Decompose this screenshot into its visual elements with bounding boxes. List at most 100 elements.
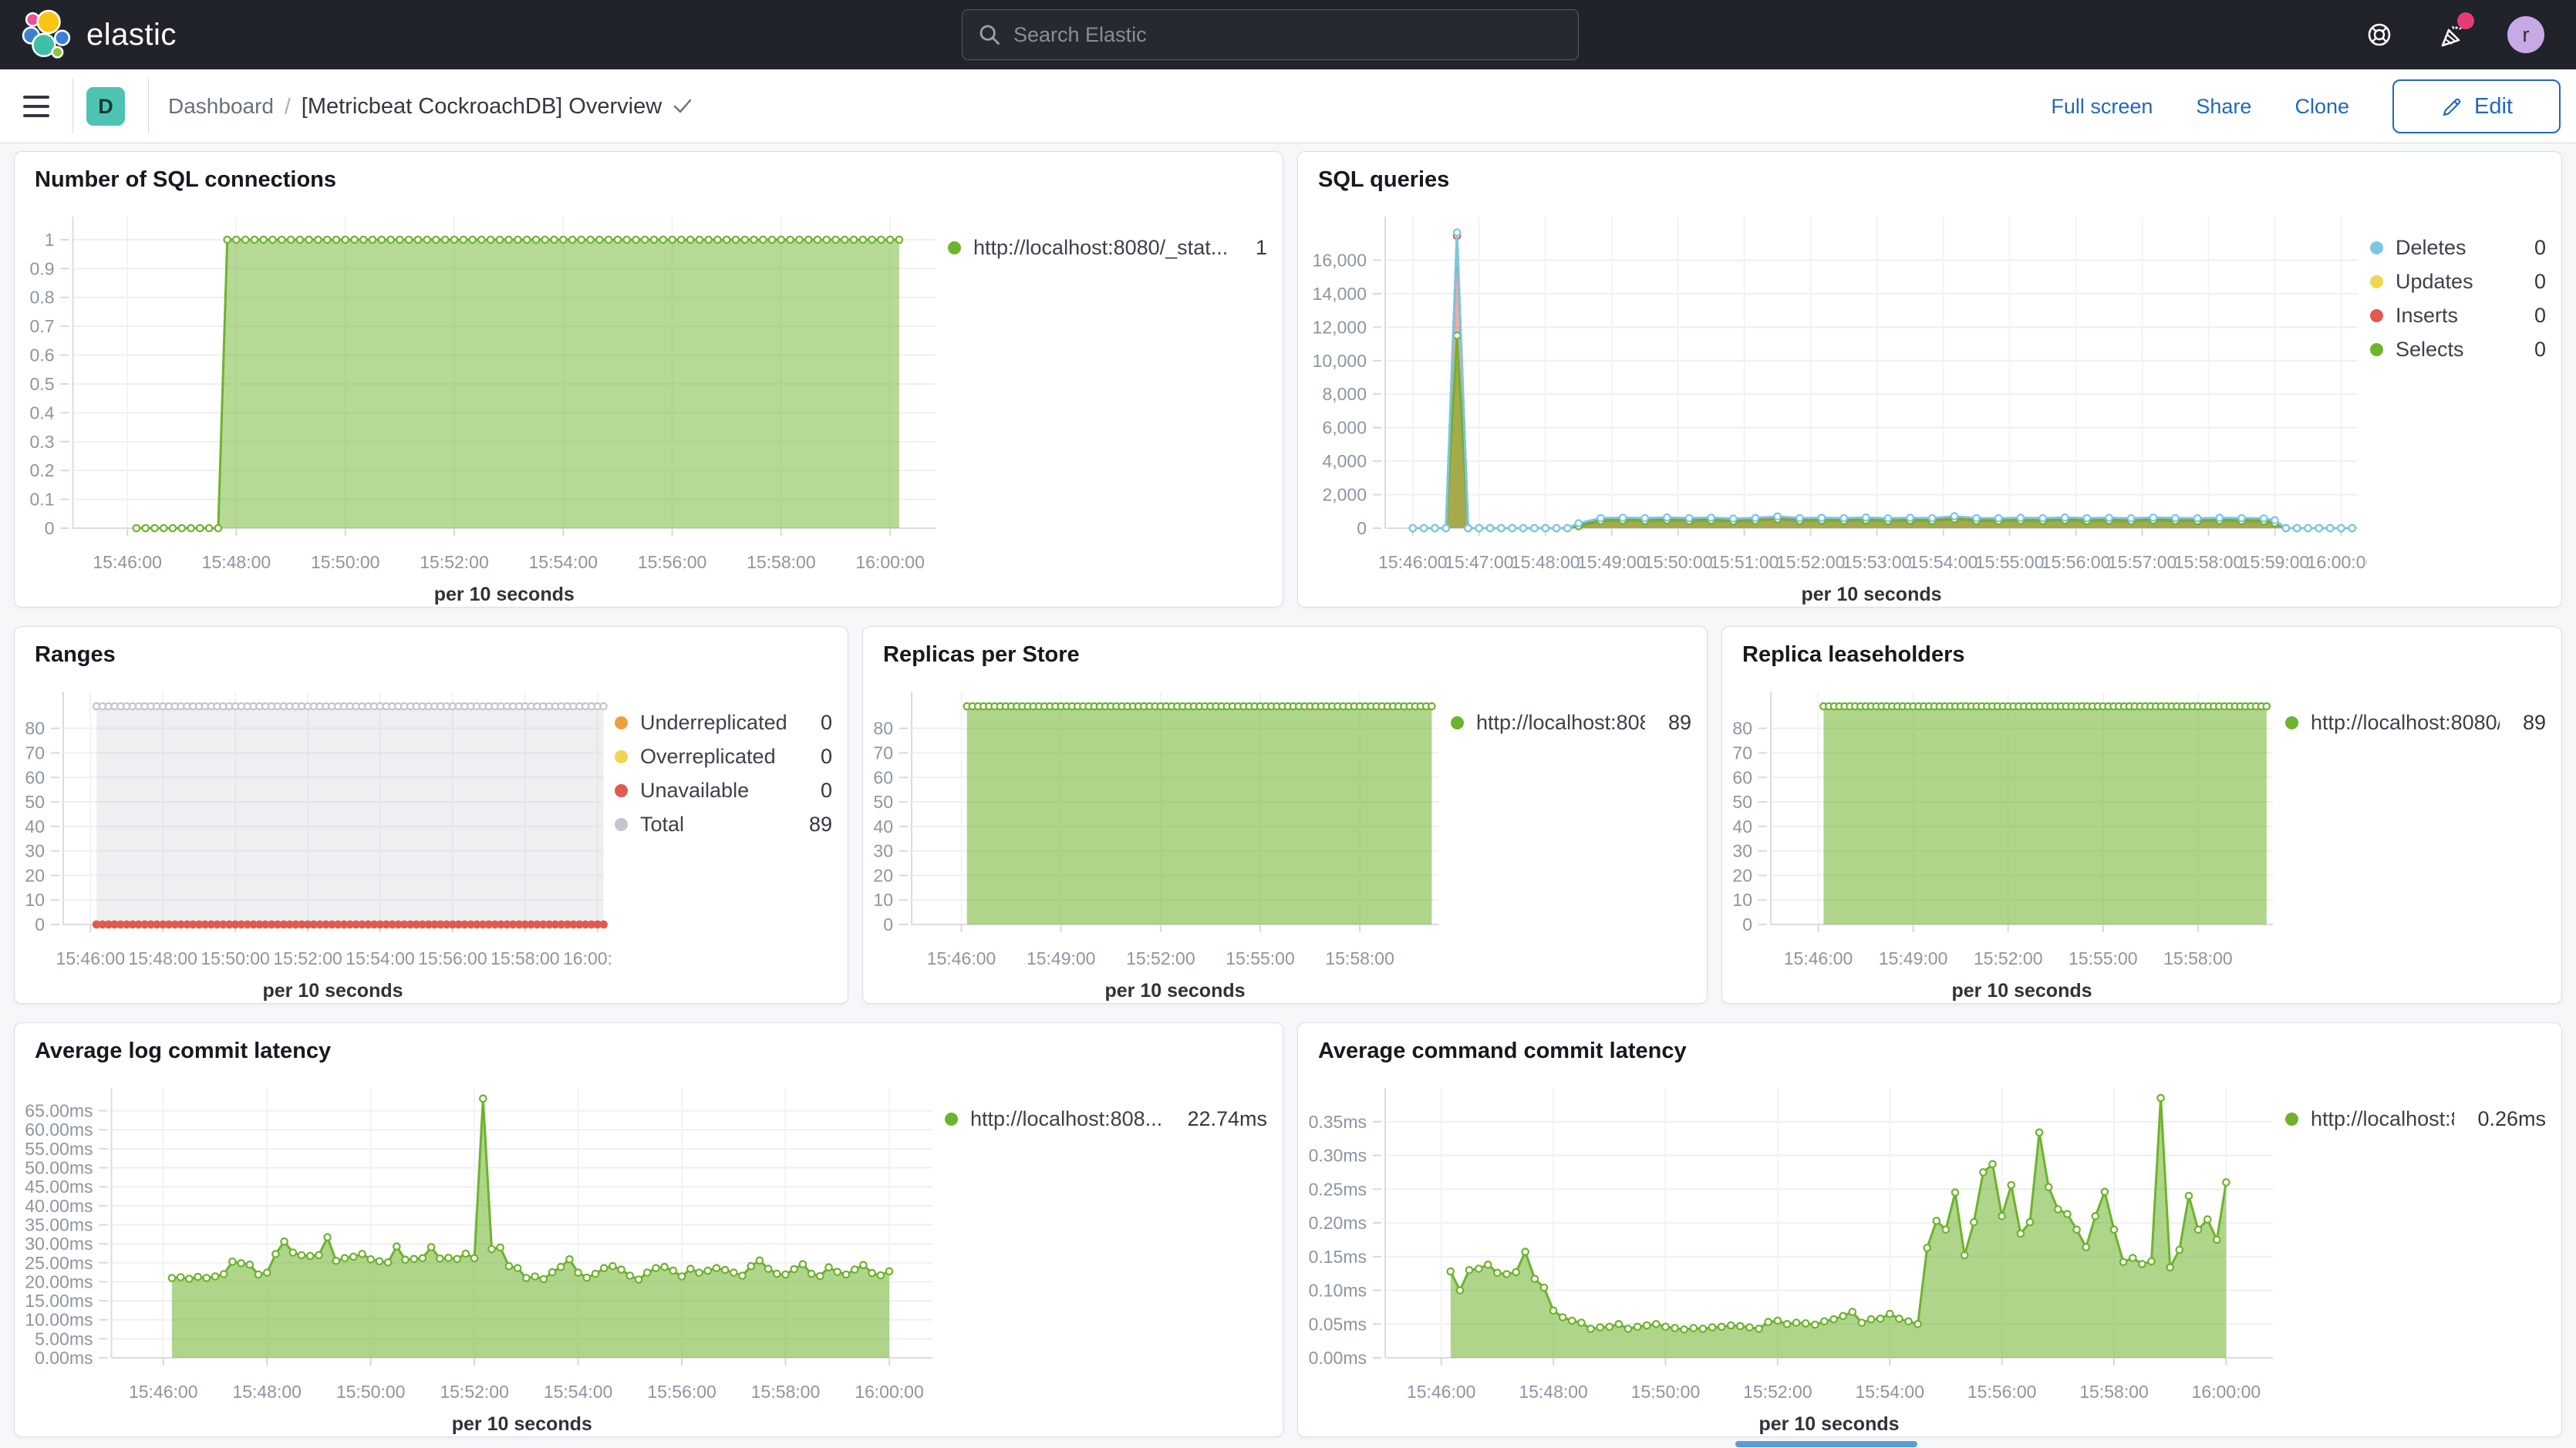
svg-text:20: 20 [1732, 865, 1752, 885]
svg-text:60.00ms: 60.00ms [25, 1120, 93, 1140]
svg-text:15:58:00: 15:58:00 [2163, 948, 2233, 968]
svg-text:15:54:00: 15:54:00 [346, 948, 415, 968]
svg-text:20: 20 [873, 865, 893, 885]
svg-text:15:50:00: 15:50:00 [336, 1382, 406, 1402]
svg-text:0.05ms: 0.05ms [1309, 1314, 1367, 1334]
help-button[interactable] [2352, 0, 2406, 69]
user-menu-button[interactable]: r [2499, 0, 2553, 69]
chart-canvas[interactable]: 0.00ms0.05ms0.10ms0.15ms0.20ms0.25ms0.30… [1298, 1069, 2282, 1436]
elastic-logo[interactable]: elastic [22, 0, 177, 69]
space-badge[interactable]: D [86, 87, 125, 126]
panel-title: Average log commit latency [15, 1023, 1283, 1069]
legend-series-value: 0 [810, 779, 832, 803]
svg-text:16,000: 16,000 [1313, 250, 1367, 270]
svg-text:15:52:00: 15:52:00 [440, 1382, 509, 1402]
chart-canvas[interactable]: 02,0004,0006,0008,00010,00012,00014,0001… [1298, 198, 2367, 607]
legend-series-label: http://localhost:8080/_sta... [1476, 711, 1645, 735]
top-header: elastic r [0, 0, 2576, 69]
svg-text:0: 0 [1742, 914, 1752, 934]
svg-text:15:55:00: 15:55:00 [2069, 948, 2138, 968]
svg-text:80: 80 [1732, 719, 1752, 739]
svg-text:70: 70 [1732, 743, 1752, 763]
svg-text:15:52:00: 15:52:00 [273, 948, 342, 968]
search-input[interactable] [1013, 23, 1563, 47]
svg-text:15:58:00: 15:58:00 [2079, 1382, 2149, 1402]
svg-text:15:46:00: 15:46:00 [927, 948, 996, 968]
svg-text:15:50:00: 15:50:00 [311, 552, 380, 572]
chart-canvas[interactable]: 0102030405060708015:46:0015:49:0015:52:0… [1722, 673, 2282, 1003]
svg-text:5.00ms: 5.00ms [35, 1328, 93, 1349]
chart-canvas[interactable]: 0102030405060708015:46:0015:49:0015:52:0… [863, 673, 1448, 1003]
page-title: [Metricbeat CockroachDB] Overview [302, 94, 662, 120]
legend-item[interactable]: Underreplicated0 [615, 705, 832, 739]
svg-text:16:00:00: 16:00:00 [855, 552, 925, 572]
edit-button[interactable]: Edit [2392, 79, 2561, 133]
legend-item[interactable]: http://localhost:808... 22.74ms [945, 1102, 1267, 1136]
breadcrumb-dashboard-link[interactable]: Dashboard [168, 94, 274, 119]
svg-text:15:52:00: 15:52:00 [1776, 552, 1846, 572]
legend-series-label: Inserts [2396, 304, 2458, 328]
svg-text:per 10 seconds: per 10 seconds [434, 584, 575, 605]
whats-new-button[interactable] [2426, 0, 2480, 69]
legend-series-dot-icon [948, 241, 961, 254]
legend-item[interactable]: Updates0 [2370, 264, 2546, 298]
svg-text:0.15ms: 0.15ms [1309, 1247, 1367, 1267]
panel-average-command-commit-latency: Average command commit latency 0.00ms0.0… [1297, 1022, 2562, 1437]
navigation-bar: D Dashboard / [Metricbeat CockroachDB] O… [0, 69, 2576, 143]
legend-item[interactable]: http://localhost:8080/_stat...1 [948, 231, 1267, 264]
svg-text:0.8: 0.8 [30, 288, 55, 308]
svg-text:15:48:00: 15:48:00 [128, 948, 197, 968]
legend-item[interactable]: Deletes0 [2370, 231, 2546, 264]
legend-series-label: Unavailable [640, 779, 749, 803]
legend-item[interactable]: Unavailable 0 [615, 773, 832, 807]
svg-text:0.2: 0.2 [30, 460, 55, 480]
share-button[interactable]: Share [2196, 95, 2251, 119]
svg-text:15:46:00: 15:46:00 [1378, 552, 1448, 572]
legend-item[interactable]: Inserts0 [2370, 298, 2546, 332]
legend-series-value: 22.74ms [1176, 1107, 1267, 1131]
svg-text:0.9: 0.9 [30, 258, 55, 278]
svg-text:15:54:00: 15:54:00 [1909, 552, 1978, 572]
svg-text:10: 10 [1732, 890, 1752, 910]
legend-item[interactable]: http://localhost:8080/_sta...89 [1451, 705, 1691, 739]
legend-item[interactable]: http://localhost:8080/_sta...89 [2285, 705, 2546, 739]
svg-text:50: 50 [25, 792, 45, 812]
legend-series-label: http://localhost:808... [970, 1107, 1162, 1131]
legend-series-dot-icon [2370, 343, 2383, 356]
menu-button[interactable] [23, 88, 57, 125]
chart-canvas[interactable]: 00.10.20.30.40.50.60.70.80.9115:46:0015:… [15, 198, 945, 607]
svg-text:0.20ms: 0.20ms [1309, 1213, 1367, 1233]
clone-button[interactable]: Clone [2294, 95, 2349, 119]
svg-text:10,000: 10,000 [1313, 351, 1367, 371]
svg-text:12,000: 12,000 [1313, 317, 1367, 337]
svg-text:15:49:00: 15:49:00 [1879, 948, 1948, 968]
horizontal-scrollbar-thumb[interactable] [1735, 1441, 1917, 1447]
svg-text:per 10 seconds: per 10 seconds [262, 980, 403, 1002]
legend-series-dot-icon [2370, 241, 2383, 254]
legend-item[interactable]: http://localhost:8080...0.26ms [2285, 1102, 2546, 1136]
svg-text:15:51:00: 15:51:00 [1710, 552, 1779, 572]
global-search[interactable] [962, 9, 1579, 60]
full-screen-button[interactable]: Full screen [2051, 95, 2153, 119]
svg-text:15:46:00: 15:46:00 [1784, 948, 1853, 968]
svg-text:0.00ms: 0.00ms [35, 1348, 93, 1368]
chart-canvas[interactable]: 0.00ms5.00ms10.00ms15.00ms20.00ms25.00ms… [15, 1069, 942, 1436]
divider [148, 79, 149, 133]
svg-text:55.00ms: 55.00ms [25, 1139, 93, 1159]
legend-item[interactable]: Total89 [615, 807, 832, 841]
legend-series-label: Selects [2396, 338, 2464, 362]
legend-item[interactable]: Overreplicated0 [615, 739, 832, 773]
legend-item[interactable]: Selects 0 [2370, 332, 2546, 366]
legend-series-value: 0 [810, 745, 832, 769]
chart-canvas[interactable]: 0102030405060708015:46:0015:48:0015:50:0… [15, 673, 612, 1003]
svg-text:15:52:00: 15:52:00 [1126, 948, 1195, 968]
svg-text:15:59:00: 15:59:00 [2241, 552, 2310, 572]
panel-replicas-per-store: Replicas per Store 0102030405060708015:4… [862, 626, 1708, 1004]
panel-title: Number of SQL connections [15, 152, 1283, 198]
svg-text:0: 0 [35, 914, 45, 934]
legend-series-label: http://localhost:8080/_sta... [2311, 711, 2500, 735]
chart-legend: http://localhost:8080...0.26ms [2282, 1069, 2561, 1436]
legend-series-label: Deletes [2396, 236, 2466, 260]
legend-series-value: 0 [2524, 338, 2546, 362]
svg-text:16:00:00: 16:00:00 [855, 1382, 924, 1402]
